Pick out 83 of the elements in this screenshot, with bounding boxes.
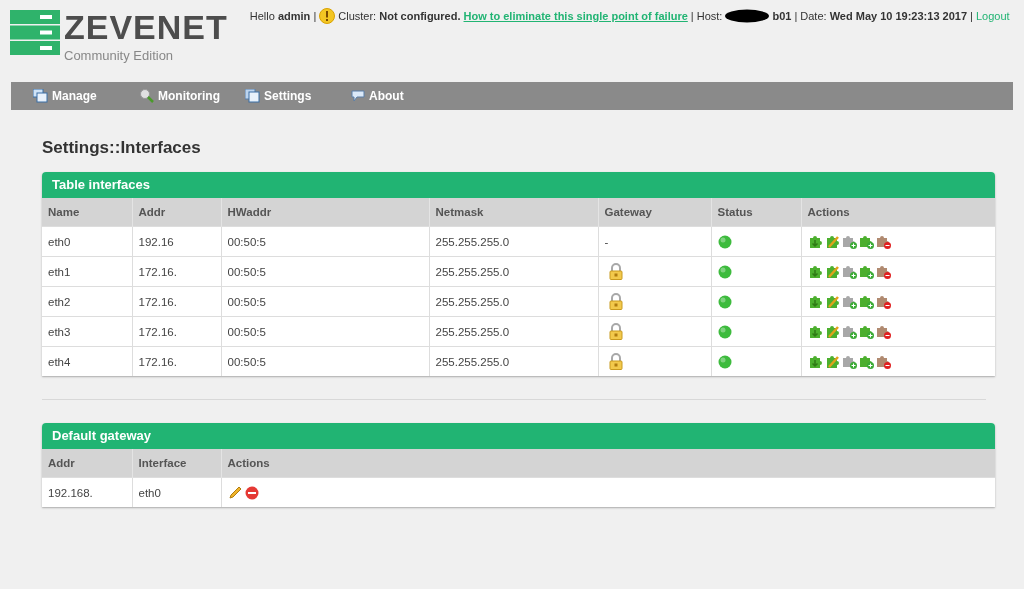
table-cell: eth4 <box>42 346 132 376</box>
table-cell: 00:50:5 <box>221 256 429 287</box>
host-label: | Host: <box>690 10 723 22</box>
table-cell: 00:50:5 <box>221 346 429 376</box>
table-cell: 00:50:5 <box>221 286 429 317</box>
puzzle-pencil-icon[interactable] <box>824 354 840 369</box>
table-cell: eth3 <box>42 316 132 347</box>
puzzle-add-icon[interactable] <box>841 264 857 279</box>
table-cell: 172.16. <box>132 346 221 376</box>
page-title: Settings::Interfaces <box>42 138 202 159</box>
warning-icon <box>319 8 336 24</box>
logout-link[interactable]: Logout <box>975 10 1010 22</box>
failure-help-link[interactable]: How to eliminate this single point of failure <box>463 10 688 22</box>
column-header: Actions <box>801 198 995 227</box>
menu-item[interactable]: About <box>351 89 457 103</box>
column-header: Gateway <box>598 198 711 227</box>
table-cell: 172.16. <box>132 316 221 347</box>
column-header: Status <box>711 198 801 227</box>
column-header: Addr <box>132 198 221 227</box>
speech-bubble-icon <box>351 90 365 102</box>
table-cell: 00:50:5 <box>221 226 429 257</box>
puzzle-icon[interactable] <box>807 234 823 249</box>
pencil-icon[interactable] <box>227 485 243 500</box>
remove-icon[interactable] <box>244 485 259 500</box>
table-cell: 192.16 <box>132 226 221 257</box>
column-header: Netmask <box>429 198 598 227</box>
column-header: HWaddr <box>221 198 429 227</box>
edition-label: Community Edition <box>64 48 175 63</box>
menu-item[interactable]: Settings <box>245 89 351 103</box>
table-cell: eth1 <box>42 256 132 287</box>
table-cell: 172.16. <box>132 256 221 287</box>
puzzle-add-icon[interactable] <box>858 324 874 339</box>
puzzle-icon[interactable] <box>807 264 823 279</box>
puzzle-add-icon[interactable] <box>841 354 857 369</box>
menu-item[interactable]: Monitoring <box>139 89 245 103</box>
column-header: Interface <box>132 449 221 478</box>
puzzle-remove-icon[interactable] <box>875 234 891 249</box>
column-header: Addr <box>42 449 132 478</box>
puzzle-add-icon[interactable] <box>841 234 857 249</box>
panel-header: Table interfaces <box>42 172 995 198</box>
cluster-status: Cluster: Not configured. <box>338 10 461 22</box>
table-cell: 192.168. <box>42 477 132 507</box>
table-cell: 255.255.255.0 <box>429 256 598 287</box>
puzzle-remove-icon[interactable] <box>875 324 891 339</box>
puzzle-remove-icon[interactable] <box>875 354 891 369</box>
menu-item[interactable]: Manage <box>33 89 139 103</box>
date-text: | Date: Wed May 10 19:23:13 2017 | <box>794 10 973 22</box>
puzzle-pencil-icon[interactable] <box>824 294 840 309</box>
puzzle-add-icon[interactable] <box>858 234 874 249</box>
table-cell: 255.255.255.0 <box>429 316 598 347</box>
table-cell: 255.255.255.0 <box>429 346 598 376</box>
pages-icon <box>245 89 260 103</box>
column-header: Name <box>42 198 132 227</box>
host-name: b01 <box>772 10 792 22</box>
panel-header: Default gateway <box>42 423 995 449</box>
puzzle-icon[interactable] <box>807 294 823 309</box>
column-header: Actions <box>221 449 995 478</box>
puzzle-icon[interactable] <box>807 324 823 339</box>
redaction-mark <box>725 9 770 23</box>
search-icon <box>139 89 154 103</box>
puzzle-add-icon[interactable] <box>858 264 874 279</box>
puzzle-add-icon[interactable] <box>841 324 857 339</box>
logo-name: ZEVENET <box>64 8 228 46</box>
table-cell: 255.255.255.0 <box>429 286 598 317</box>
table-cell: - <box>604 235 609 248</box>
puzzle-pencil-icon[interactable] <box>824 234 840 249</box>
puzzle-add-icon[interactable] <box>858 294 874 309</box>
puzzle-pencil-icon[interactable] <box>824 324 840 339</box>
table-cell: eth0 <box>132 477 221 507</box>
windows-icon <box>33 89 48 103</box>
table-cell: eth2 <box>42 286 132 317</box>
table-cell: 255.255.255.0 <box>429 226 598 257</box>
table-cell: 172.16. <box>132 286 221 317</box>
puzzle-icon[interactable] <box>807 354 823 369</box>
puzzle-add-icon[interactable] <box>841 294 857 309</box>
server-stack-icon <box>10 10 60 56</box>
puzzle-remove-icon[interactable] <box>875 264 891 279</box>
greeting-text: Hello admin | <box>249 10 317 22</box>
table-cell: eth0 <box>42 226 132 257</box>
table-cell: 00:50:5 <box>221 316 429 347</box>
puzzle-add-icon[interactable] <box>858 354 874 369</box>
puzzle-remove-icon[interactable] <box>875 294 891 309</box>
puzzle-pencil-icon[interactable] <box>824 264 840 279</box>
